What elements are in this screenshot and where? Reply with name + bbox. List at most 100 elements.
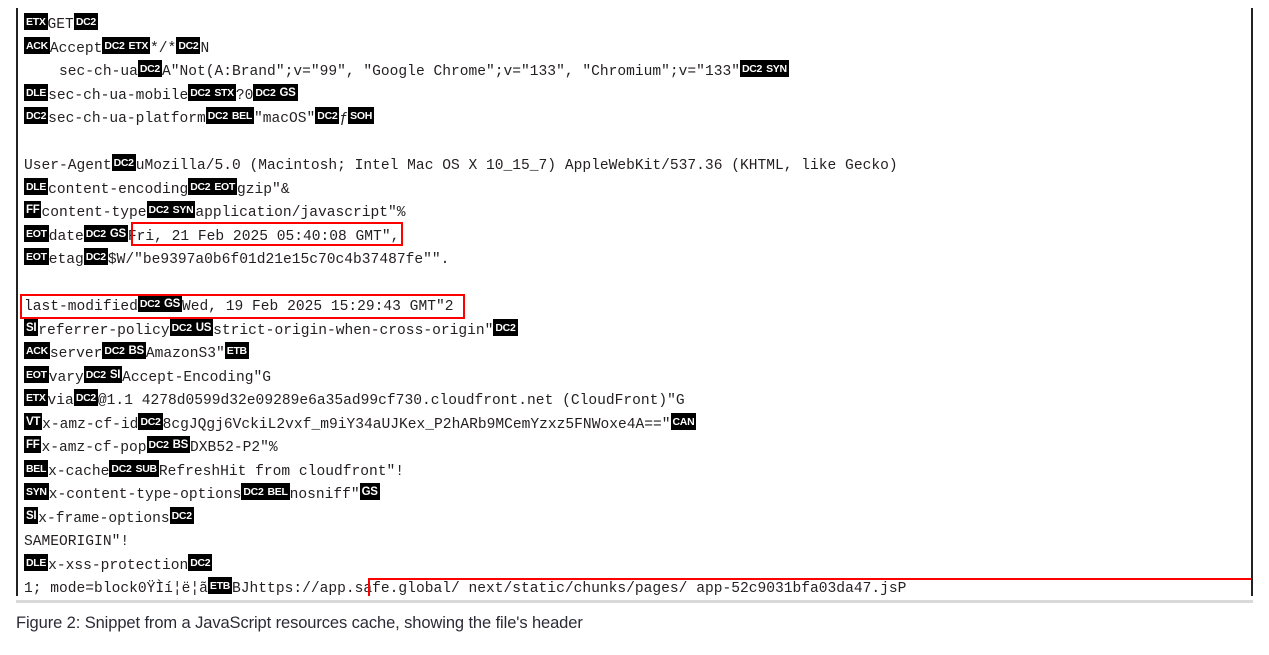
figure-caption: Figure 2: Snippet from a JavaScript reso…	[16, 614, 583, 632]
control-char-eot: EOT	[24, 224, 49, 242]
dump-text: x-content-type-options	[48, 487, 242, 503]
control-char-dc2: DC2	[24, 107, 49, 124]
dump-text: N	[200, 40, 210, 57]
control-char-stx: STX	[212, 83, 236, 101]
control-char-dc2: DC2	[739, 60, 765, 77]
control-char-ff: FF	[24, 436, 42, 453]
control-char-gs: GS	[359, 483, 380, 500]
dump-text: User-Agent	[24, 158, 112, 174]
control-char-bel: BEL	[229, 107, 254, 124]
dump-text: gzip"&	[237, 181, 290, 198]
dump-text: ƒ	[339, 111, 349, 127]
line-get: ETX GET DC2	[24, 13, 1251, 38]
line-blank-1	[24, 132, 1251, 156]
line-x-amz-cf-id: VT x-amz-cf-id DC2 8cgJQgj6VckiL2vxf_m9iY34…	[24, 412, 1251, 438]
dump-text: x-amz-cf-pop	[41, 440, 147, 456]
control-char-dc2: DC2	[188, 177, 213, 195]
line-server: ACK server DC2 BS AmazonS3" ETB	[24, 342, 1251, 367]
control-char-ack: ACK	[24, 36, 50, 54]
dump-text: content-encoding	[48, 181, 189, 198]
control-char-bel: BEL	[265, 483, 290, 500]
control-char-soh: SOH	[348, 107, 375, 124]
line-vary: EOT vary DC2 SI Accept-Encoding"G	[24, 365, 1251, 391]
line-date: EOT date DC2 GS Fri, 21 Feb 2025 05:40:08 GM…	[24, 224, 1251, 250]
dump-text: vary	[48, 369, 84, 386]
control-char-eot: EOT	[24, 365, 49, 383]
control-char-vt: VT	[24, 412, 43, 430]
caption-divider	[16, 600, 1253, 603]
dump-text: A"Not(A:Brand";v="99", "Google Chrome";v…	[161, 64, 740, 80]
control-char-dc2: DC2	[146, 436, 171, 453]
control-char-dc2: DC2	[205, 107, 230, 124]
dump-text: referrer-policy	[38, 322, 170, 339]
line-user-agent: User-Agent DC2 uMozilla/5.0 (Macintosh; In…	[24, 154, 1251, 179]
control-char-dc2: DC2	[137, 60, 162, 77]
control-char-syn: SYN	[24, 483, 49, 500]
control-char-dc2: DC2	[83, 365, 108, 383]
dump-text: x-amz-cf-id	[42, 416, 139, 433]
control-char-eot: EOT	[24, 248, 49, 265]
line-x-frame-options: SI x-frame-options DC2	[24, 506, 1251, 532]
control-char-us: US	[193, 318, 214, 336]
control-char-dc2: DC2	[102, 36, 127, 54]
dump-text: sec-ch-ua	[24, 64, 138, 80]
control-char-dc2: DC2	[83, 224, 108, 242]
line-x-xss-protection: DLE x-xss-protection DC2	[24, 553, 1251, 579]
dump-text: $W/"be9397a0b6f01d21e15c70c4b37487fe"".	[107, 252, 450, 268]
dump-text: etag	[48, 252, 84, 268]
dump-text: ?0	[235, 87, 254, 104]
dump-text: @1.1 4278d0599d32e09289e6a35ad99cf730.cl…	[97, 393, 685, 409]
control-char-gs: GS	[277, 83, 298, 101]
control-char-etx: ETX	[24, 13, 48, 30]
dump-text: nosniff"	[289, 487, 360, 503]
control-char-etb: ETB	[224, 342, 249, 359]
control-char-si: SI	[107, 365, 123, 383]
control-char-dc2: DC2	[315, 107, 340, 124]
line-content-encoding: DLE content-encoding DC2 EOT gzip"&	[24, 177, 1251, 203]
line-x-cache: BEL x-cache DC2 SUB RefreshHit from cloudfro…	[24, 459, 1251, 485]
dump-text: Accept-Encoding"G	[122, 369, 271, 386]
control-char-gs: GS	[161, 295, 182, 312]
control-char-dc2: DC2	[188, 553, 213, 571]
dump-text: via	[47, 393, 74, 409]
line-etag: EOT etag DC2 $W/"be9397a0b6f01d21e15c70c4b3…	[24, 248, 1251, 273]
control-char-dc2: DC2	[111, 154, 136, 171]
control-char-bs: BS	[170, 436, 191, 453]
control-char-dc2: DC2	[169, 318, 194, 336]
control-char-si: SI	[24, 506, 39, 524]
dump-text: P	[897, 581, 907, 596]
line-url: 1; mode=block0ŸÌí¦ë¦ã ETB BJhttps://app.sa…	[24, 577, 1251, 596]
line-content-type: FF content-type DC2 SYN application/javascri…	[24, 201, 1251, 226]
dump-text: RefreshHit from cloudfront"!	[158, 463, 405, 480]
dump-text: sec-ch-ua-platform	[48, 111, 206, 127]
dump-text: DXB52-P2"%	[190, 440, 278, 456]
control-char-etx: ETX	[126, 36, 151, 54]
control-char-syn: SYN	[764, 60, 789, 77]
dump-text: date	[48, 228, 84, 245]
dump-text: 8cgJQgj6VckiL2vxf_m9iY34aUJKex_P2hARb9MC…	[162, 416, 671, 433]
control-char-dc2: DC2	[73, 13, 98, 30]
line-sameorigin: SAMEORIGIN"!	[24, 531, 1251, 555]
dump-text: application/javascript"%	[195, 205, 406, 221]
dump-text: SAMEORIGIN"!	[24, 534, 130, 550]
control-char-dc2: DC2	[241, 483, 266, 500]
dump-text: x-cache	[48, 463, 110, 480]
dump-text: strict-origin-when-cross-origin"	[213, 322, 494, 339]
control-char-dc2: DC2	[73, 389, 98, 406]
dump-text: BJhttps://app.safe.global/ next/static/c…	[232, 581, 898, 596]
dump-text: GET	[47, 17, 74, 33]
line-x-content-type-options: SYN x-content-type-options DC2 BEL nosniff" G…	[24, 483, 1251, 508]
figure-container: ETX GET DC2 ACK Accept DC2 ETX */* DC2 N sec-ch-u…	[0, 0, 1269, 655]
control-char-dle: DLE	[24, 553, 49, 571]
dump-text: uMozilla/5.0 (Macintosh; Intel Mac OS X …	[135, 158, 898, 174]
line-blank-2	[24, 273, 1251, 297]
line-sec-ch-ua-mobile: DLE sec-ch-ua-mobile DC2 STX ?0 DC2 GS	[24, 83, 1251, 109]
control-char-dc2: DC2	[102, 342, 127, 359]
control-char-dc2: DC2	[253, 83, 278, 101]
control-char-syn: SYN	[170, 201, 196, 218]
control-char-dc2: DC2	[83, 248, 108, 265]
control-char-si: SI	[24, 318, 39, 336]
line-x-amz-cf-pop: FF x-amz-cf-pop DC2 BS DXB52-P2"%	[24, 436, 1251, 461]
line-via: ETX via DC2 @1.1 4278d0599d32e09289e6a35ad9…	[24, 389, 1251, 414]
line-sec-ch-ua-platform: DC2 sec-ch-ua-platform DC2 BEL "macOS" DC2 ƒ SO…	[24, 107, 1251, 132]
